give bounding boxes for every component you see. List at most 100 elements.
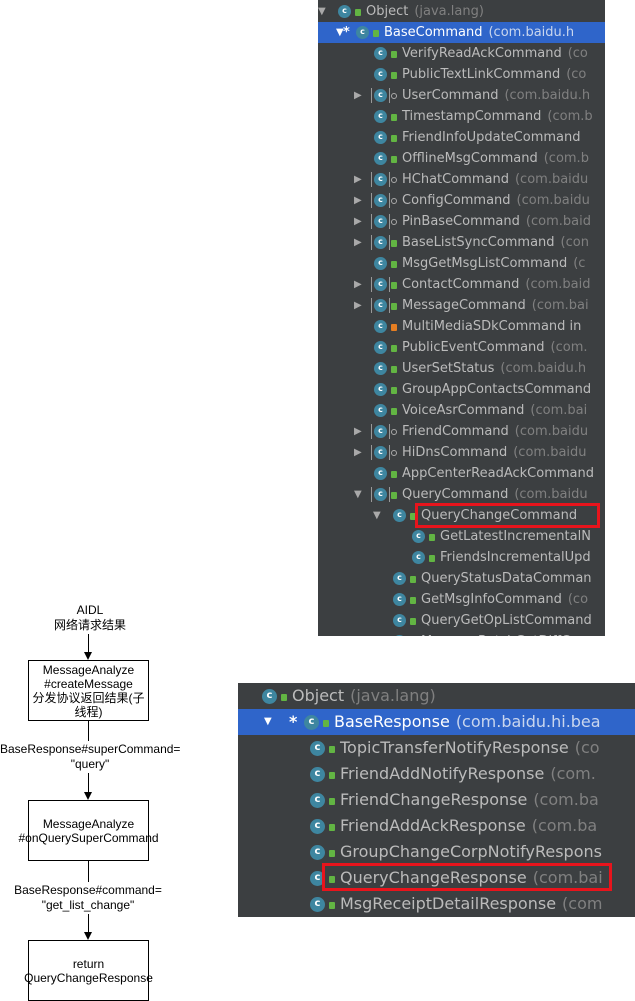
class-c-icon: c xyxy=(356,26,369,39)
command-tree-row[interactable]: c OfflineMsgCommand (com.b xyxy=(318,148,605,169)
triangle-right-icon[interactable]: ▶ xyxy=(354,232,362,253)
command-tree-row[interactable]: ▶ c HChatCommand (com.baidu xyxy=(318,169,605,190)
response-hierarchy-panel[interactable]: ▼cObject(java.lang)▼*cBaseResponse(com.b… xyxy=(238,683,635,917)
triangle-right-icon[interactable]: ▶ xyxy=(354,274,362,295)
command-tree-row[interactable]: c AppCenterReadAckCommand xyxy=(318,463,605,484)
flow-box-create-message: MessageAnalyze #createMessage 分发协议返回结果(子… xyxy=(28,660,149,721)
command-tree-class-name: PublicEventCommand (com. xyxy=(402,337,588,358)
command-tree-row[interactable]: c PublicTextLinkCommand (co xyxy=(318,64,605,85)
command-tree-row[interactable]: ▼ * c BaseCommand (com.baidu.h xyxy=(318,22,605,43)
command-tree-package-label: (com.b xyxy=(547,109,593,124)
triangle-right-icon[interactable]: ▶ xyxy=(354,442,362,463)
command-tree-package-label: (co xyxy=(566,67,587,82)
class-c-icon: c xyxy=(338,5,351,18)
class-c-icon: c xyxy=(371,424,390,439)
command-tree-row[interactable]: c GetLatestIncrementalN xyxy=(318,526,605,547)
command-tree-package-label: (com.baidu xyxy=(516,193,590,208)
class-c-icon: c xyxy=(412,530,425,543)
response-tree-row[interactable]: c FriendChangeResponse (com.ba xyxy=(238,787,635,813)
command-tree-row[interactable]: c VerifyReadAckCommand (co xyxy=(318,43,605,64)
command-tree-row[interactable]: c MessageBatchGetDiffC xyxy=(318,631,605,636)
triangle-right-icon[interactable]: ▶ xyxy=(354,169,362,190)
flow-box-return-text: return QueryChangeResponse xyxy=(24,956,153,985)
command-tree-row[interactable]: ▼ c QueryCommand (com.baidu xyxy=(318,484,605,505)
command-tree-row[interactable]: ▶ c MessageCommand (com.bai xyxy=(318,295,605,316)
command-tree-row[interactable]: c GroupAppContactsCommand xyxy=(318,379,605,400)
command-tree-package-label: (co xyxy=(567,46,588,61)
class-c-icon: c xyxy=(304,714,319,730)
lock-icon xyxy=(329,901,335,909)
response-tree-class-label: Object xyxy=(292,686,345,705)
class-c-icon: c xyxy=(310,740,325,756)
triangle-down-icon[interactable]: ▼ xyxy=(264,709,272,735)
triangle-right-icon[interactable]: ▶ xyxy=(354,85,362,106)
response-tree-row[interactable]: ▼ * c BaseResponse (com.baidu.hi.bea xyxy=(238,709,635,735)
lock-icon xyxy=(391,492,397,499)
response-tree-row[interactable]: c FriendAddNotifyResponse (com. xyxy=(238,761,635,787)
response-tree-row[interactable]: c MsgReceiptDetailResponse (com xyxy=(238,891,635,917)
command-tree-row[interactable]: ▶ c ConfigCommand (com.baidu xyxy=(318,190,605,211)
triangle-right-icon[interactable]: ▶ xyxy=(354,295,362,316)
flow-condition-command: BaseResponse#command= "get_list_change" xyxy=(0,883,176,913)
response-tree-row[interactable]: c FriendAddAckResponse (com.ba xyxy=(238,813,635,839)
command-tree-row[interactable]: c MsgGetMsgListCommand (c xyxy=(318,253,605,274)
command-tree-row[interactable]: ▶ c PinBaseCommand (com.baid xyxy=(318,211,605,232)
lock-icon xyxy=(391,303,397,310)
response-tree-row[interactable]: ▼cObject(java.lang) xyxy=(238,683,635,709)
triangle-right-icon[interactable]: ▶ xyxy=(354,421,362,442)
lock-icon xyxy=(391,72,397,79)
command-tree-row[interactable]: ▶ c UserCommand (com.baidu.h xyxy=(318,85,605,106)
command-tree-class-label: Object xyxy=(366,4,409,19)
command-tree-package-label: (com.baid xyxy=(525,277,591,292)
command-tree-class-name: BaseListSyncCommand (con xyxy=(402,232,589,253)
command-tree-class-name: ConfigCommand (com.baidu xyxy=(402,190,590,211)
class-c-icon: c xyxy=(374,404,387,417)
command-tree-class-label: TimestampCommand xyxy=(402,109,542,124)
triangle-right-icon[interactable]: ▶ xyxy=(354,190,362,211)
triangle-down-icon[interactable]: ▼ xyxy=(373,505,381,526)
response-tree-row[interactable]: c TopicTransferNotifyResponse (co xyxy=(238,735,635,761)
command-tree-package-label: (com.b xyxy=(543,151,589,166)
response-tree-package-label: (com xyxy=(562,894,603,913)
command-tree-row[interactable]: c MultiMediaSDkCommand in xyxy=(318,316,605,337)
response-tree-class-name: BaseResponse (com.baidu.hi.bea xyxy=(334,709,601,735)
lock-icon xyxy=(391,366,397,373)
triangle-right-icon[interactable]: ▶ xyxy=(354,211,362,232)
command-tree-row[interactable]: c FriendInfoUpdateCommand xyxy=(318,127,605,148)
command-tree-class-label: PinBaseCommand xyxy=(402,214,520,229)
flow-condition-super-command: BaseResponse#superCommand= "query" xyxy=(0,742,181,772)
command-tree-class-label: FriendsIncrementalUpd xyxy=(440,550,591,565)
flow-top-label: AIDL 网络请求结果 xyxy=(53,603,126,632)
triangle-down-icon[interactable]: ▼ xyxy=(318,1,326,22)
package-private-icon xyxy=(391,92,397,99)
command-tree-row[interactable]: c QueryGetOpListCommand xyxy=(318,610,605,631)
class-c-icon: c xyxy=(371,487,390,502)
command-tree-row[interactable]: c PublicEventCommand (com. xyxy=(318,337,605,358)
response-tree-package-label: (co xyxy=(574,738,600,757)
command-tree-class-label: BaseCommand xyxy=(384,25,483,40)
triangle-down-icon[interactable]: ▼ xyxy=(354,484,362,505)
command-tree-row[interactable]: ▶ c ContactCommand (com.baid xyxy=(318,274,605,295)
command-tree-row[interactable]: ▶ c FriendCommand (com.baidu xyxy=(318,421,605,442)
command-tree-row[interactable]: ▼ c Object (java.lang) xyxy=(318,1,605,22)
command-tree-row[interactable]: c TimestampCommand (com.b xyxy=(318,106,605,127)
command-tree-row[interactable]: c UserSetStatus (com.baidu.h xyxy=(318,358,605,379)
package-private-icon xyxy=(391,176,397,183)
command-tree-class-name: FriendCommand (com.baidu xyxy=(402,421,588,442)
lock-icon xyxy=(391,261,397,268)
command-hierarchy-panel[interactable]: ▼ c Object (java.lang) ▼ * c BaseCommand (com.ba… xyxy=(318,0,605,636)
class-c-icon: c xyxy=(371,235,390,250)
class-c-icon: c xyxy=(310,896,325,912)
command-tree-row[interactable]: c FriendsIncrementalUpd xyxy=(318,547,605,568)
lock-icon xyxy=(391,471,397,478)
command-tree-row[interactable]: c VoiceAsrCommand (com.bai xyxy=(318,400,605,421)
lock-icon xyxy=(391,156,397,163)
command-tree-row[interactable]: c GetMsgInfoCommand (co xyxy=(318,589,605,610)
command-tree-row[interactable]: c QueryStatusDataComman xyxy=(318,568,605,589)
response-tree-class-label: BaseResponse xyxy=(334,712,450,731)
command-tree-class-name: PublicTextLinkCommand (co xyxy=(402,64,586,85)
command-tree-row[interactable]: ▶ c BaseListSyncCommand (con xyxy=(318,232,605,253)
command-tree-class-name: FriendsIncrementalUpd xyxy=(440,547,591,568)
response-tree-row[interactable]: c GroupChangeCorpNotifyRespons xyxy=(238,839,635,865)
command-tree-row[interactable]: ▶ c HiDnsCommand (com.baidu xyxy=(318,442,605,463)
